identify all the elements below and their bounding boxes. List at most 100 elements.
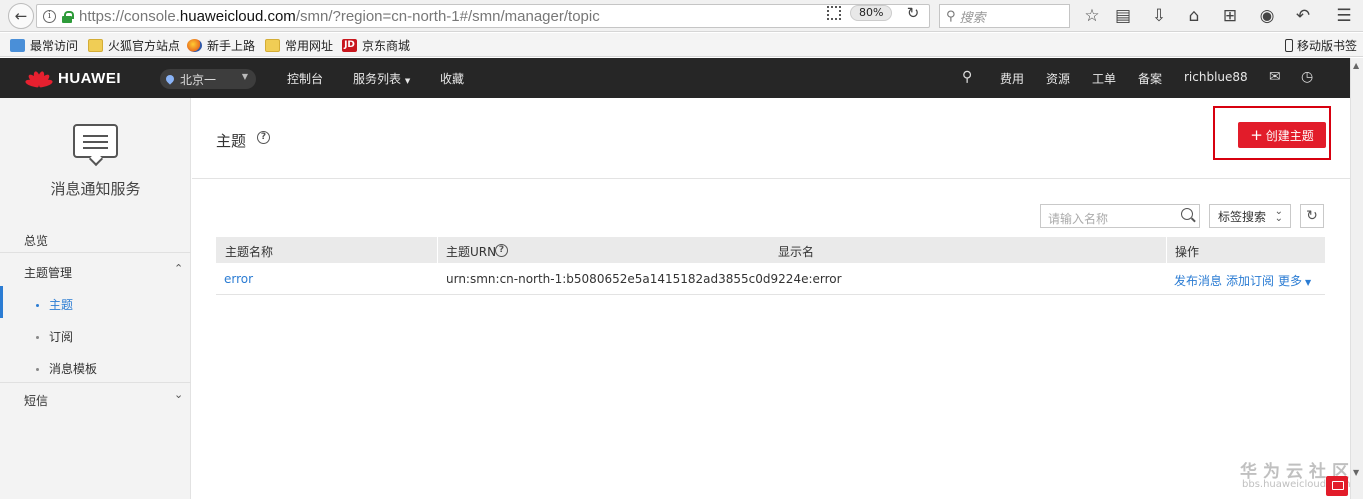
tag-search-button[interactable]: 标签搜索 ⌄ ⌄	[1209, 204, 1291, 228]
mail-icon[interactable]: ✉	[1269, 69, 1281, 85]
bookmark-item[interactable]: 常用网址	[265, 37, 333, 53]
huawei-flower-icon	[24, 68, 54, 88]
bookmark-label: 火狐官方站点	[108, 38, 181, 53]
url-prefix: https://console.	[79, 7, 180, 25]
location-pin-icon	[164, 73, 176, 85]
lock-icon	[62, 10, 74, 23]
nav-favorites[interactable]: 收藏	[440, 70, 464, 87]
chat-icon[interactable]: ◉	[1256, 5, 1278, 27]
sidebar-item-message-template[interactable]: 消息模板	[36, 360, 97, 377]
nav-resources[interactable]: 资源	[1046, 70, 1070, 87]
name-search-input[interactable]: 请输入名称	[1040, 204, 1200, 228]
caret-down-icon: ▼	[1305, 278, 1312, 287]
feedback-icon[interactable]	[1326, 476, 1348, 496]
topic-name-link[interactable]: error	[224, 272, 253, 286]
search-icon: ⚲	[946, 8, 956, 24]
sidebar-item-label: 订阅	[49, 330, 74, 344]
user-menu[interactable]: richblue88	[1184, 70, 1248, 84]
info-icon[interactable]: i	[43, 9, 56, 23]
caret-down-icon: ▼	[241, 72, 248, 81]
topic-urn: urn:smn:cn-north-1:b5080652e5a1415182ad3…	[446, 272, 842, 286]
mobile-bookmarks[interactable]: 移动版书签	[1284, 37, 1357, 54]
nav-service-list[interactable]: 服务列表 ▼	[353, 70, 410, 87]
scroll-up-icon[interactable]: ▲	[1353, 61, 1359, 70]
clock-icon[interactable]: ◷	[1301, 69, 1313, 85]
search-icon[interactable]	[1181, 208, 1193, 220]
caret-down-icon: ▼	[404, 77, 411, 85]
jd-icon: JD	[342, 38, 357, 52]
download-icon[interactable]: ⇩	[1148, 5, 1170, 27]
column-header-topic-urn: 主题URN	[446, 243, 496, 260]
sidebar-item-subscription[interactable]: 订阅	[36, 328, 73, 345]
undo-icon[interactable]: ↶	[1292, 5, 1314, 27]
divider	[0, 382, 191, 383]
region-selector[interactable]: 北京一 ▼	[160, 69, 256, 89]
double-chevron-down-icon: ⌄ ⌄	[1274, 206, 1283, 224]
reading-list-icon[interactable]: ▤	[1112, 5, 1134, 27]
bookmark-label: 常用网址	[285, 38, 334, 53]
publish-message-link[interactable]: 发布消息	[1174, 272, 1222, 289]
sidebar-item-label: 消息模板	[49, 362, 98, 376]
add-subscription-link[interactable]: 添加订阅	[1226, 272, 1274, 289]
divider	[0, 252, 191, 253]
url-domain: huaweicloud.com	[179, 7, 296, 25]
search-placeholder: 搜索	[959, 10, 986, 26]
sidebar-item-overview[interactable]: 总览	[24, 232, 48, 249]
menu-icon[interactable]: ☰	[1333, 5, 1355, 27]
column-header-actions: 操作	[1175, 245, 1200, 259]
phone-icon	[1284, 39, 1293, 52]
mobile-bookmarks-label: 移动版书签	[1296, 39, 1357, 53]
create-topic-label: 创建主题	[1265, 128, 1314, 143]
sidebar-item-topic[interactable]: 主题	[36, 296, 73, 313]
bookmark-item[interactable]: 新手上路	[187, 37, 255, 53]
sidebar: 消息通知服务 总览 主题管理 ⌃ 主题 订阅 消息模板 短信 ⌄	[0, 98, 191, 499]
huawei-logo[interactable]: HUAWEI	[24, 68, 121, 88]
search-icon[interactable]: ⚲	[962, 69, 972, 85]
sidebar-item-topic-management[interactable]: 主题管理	[24, 264, 72, 281]
console-topnav: HUAWEI 北京一 ▼ 控制台 服务列表 ▼ 收藏 ⚲ 费用 资源 工单 备案…	[0, 58, 1350, 98]
url-text[interactable]: https://console.huaweicloud.com/smn/?reg…	[79, 8, 600, 25]
tag-search-label: 标签搜索	[1218, 209, 1267, 224]
reload-icon[interactable]: ↻	[903, 4, 923, 22]
bookmark-item[interactable]: 火狐官方站点	[88, 37, 180, 53]
qr-code-icon[interactable]	[827, 6, 841, 20]
bookmark-label: 最常访问	[30, 38, 79, 53]
sidebar-item-sms[interactable]: 短信	[24, 392, 48, 409]
column-header-display-name: 显示名	[778, 245, 815, 259]
firefox-icon	[187, 38, 202, 52]
more-actions-dropdown[interactable]: 更多 ▼	[1278, 272, 1311, 289]
nav-service-list-label: 服务列表	[353, 72, 402, 86]
browser-search-input[interactable]: ⚲ 搜索	[939, 4, 1070, 28]
bookmarks-bar: 最常访问 火狐官方站点 新手上路 常用网址 JD 京东商城 移动版书签	[0, 33, 1363, 57]
more-label: 更多	[1278, 274, 1303, 288]
table-row: error urn:smn:cn-north-1:b5080652e5a1415…	[216, 263, 1325, 295]
address-bar[interactable]: i https://console.huaweicloud.com/smn/?r…	[36, 4, 930, 28]
help-icon[interactable]: ?	[257, 131, 270, 144]
active-indicator	[0, 286, 3, 318]
zoom-level[interactable]: 80%	[850, 5, 893, 21]
bookmark-label: 新手上路	[207, 38, 256, 53]
search-placeholder: 请输入名称	[1048, 212, 1109, 226]
service-name: 消息通知服务	[50, 180, 141, 198]
chevron-up-icon[interactable]: ⌃	[174, 262, 183, 275]
brand-name: HUAWEI	[58, 69, 121, 87]
create-topic-button[interactable]: + 创建主题	[1238, 122, 1326, 148]
bookmark-item[interactable]: JD 京东商城	[342, 37, 410, 53]
back-arrow-icon[interactable]: ←	[8, 3, 34, 29]
star-icon[interactable]: ☆	[1081, 5, 1103, 27]
chevron-down-icon[interactable]: ⌄	[174, 388, 183, 401]
region-label: 北京一	[180, 72, 217, 87]
page-title: 主题	[216, 132, 247, 150]
help-icon[interactable]: ?	[495, 244, 508, 257]
url-path: /smn/?region=cn-north-1#/smn/manager/top…	[295, 7, 600, 25]
bookmark-item[interactable]: 最常访问	[10, 37, 78, 53]
folder-icon	[265, 38, 280, 52]
nav-filing[interactable]: 备案	[1138, 70, 1162, 87]
nav-tickets[interactable]: 工单	[1092, 70, 1116, 87]
page-scrollbar[interactable]: ▲ ▼	[1350, 58, 1363, 499]
nav-fees[interactable]: 费用	[1000, 70, 1024, 87]
refresh-icon[interactable]: ↻	[1300, 204, 1324, 228]
crop-icon[interactable]: ⊞	[1219, 5, 1241, 27]
nav-console[interactable]: 控制台	[287, 70, 323, 87]
home-icon[interactable]: ⌂	[1183, 5, 1205, 27]
